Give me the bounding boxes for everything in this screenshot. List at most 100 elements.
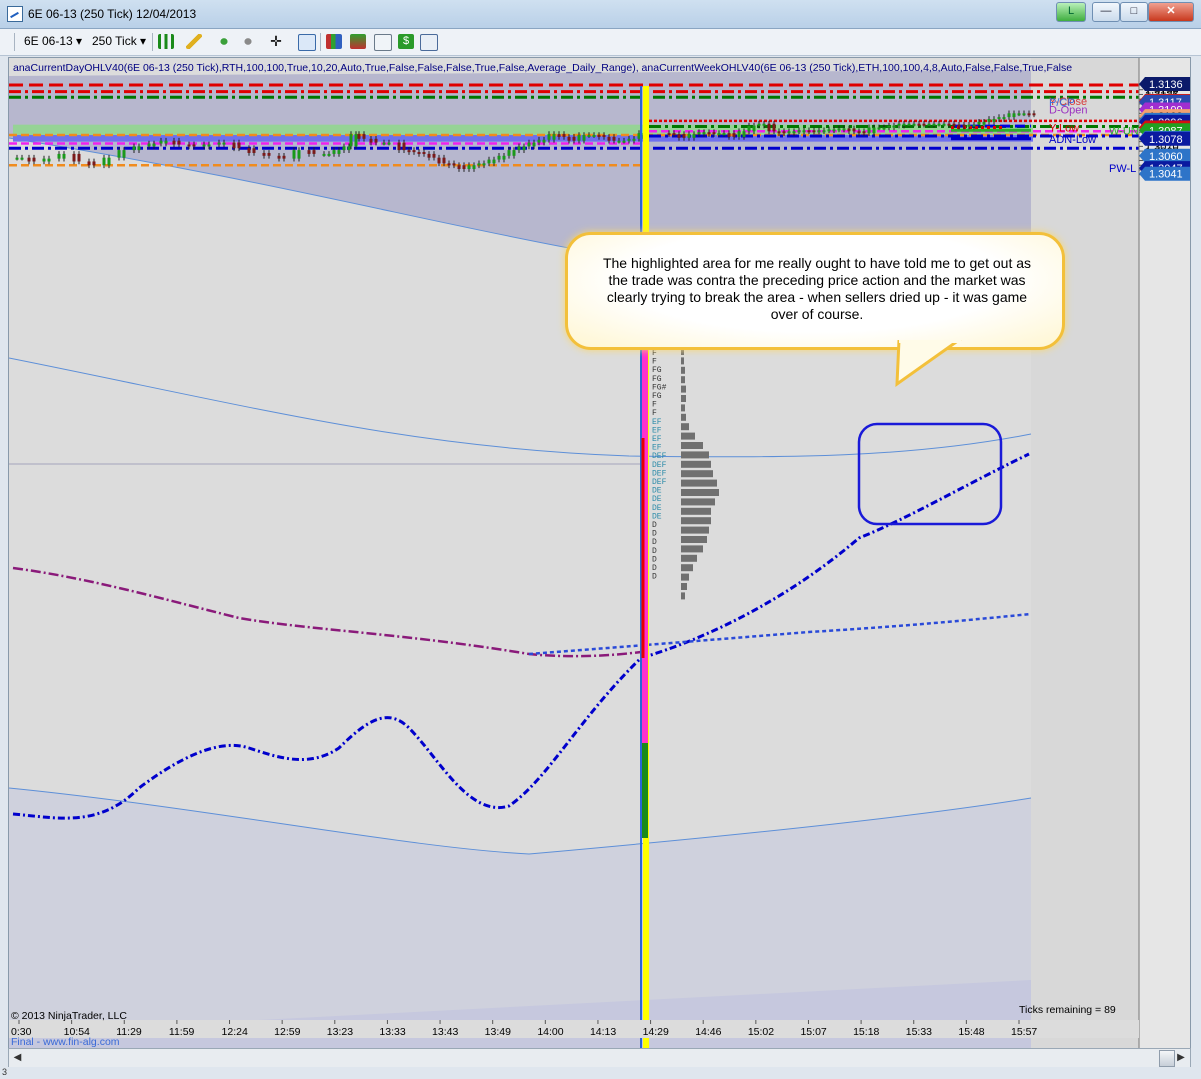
candle-body xyxy=(582,135,586,141)
chart-style-icon[interactable] xyxy=(326,34,342,49)
candle-body xyxy=(207,144,211,147)
candle-body xyxy=(187,144,191,147)
footer-link[interactable]: Final - www.fin-alg.com xyxy=(11,1036,120,1048)
scroll-thumb[interactable] xyxy=(1159,1050,1175,1067)
candle-body xyxy=(627,138,631,141)
candle-body xyxy=(507,150,511,156)
candle-body xyxy=(857,131,861,134)
candle-body xyxy=(327,153,331,156)
candle-body xyxy=(807,130,811,133)
candle-body xyxy=(252,148,256,153)
candle-body xyxy=(797,130,801,133)
candle-body xyxy=(732,133,736,137)
instrument-selector[interactable]: 6E 06-13 ▾ xyxy=(24,33,82,50)
window-titlebar: 6E 06-13 (250 Tick) 12/04/2013 L — □ ✕ xyxy=(0,0,1201,29)
properties-icon[interactable] xyxy=(374,34,392,51)
candle-body xyxy=(77,153,81,162)
dollar-icon[interactable]: $ xyxy=(398,34,414,49)
price-axis-area xyxy=(1139,58,1190,1048)
price-badge-label: 1.3041 xyxy=(1149,169,1183,181)
candle-body xyxy=(722,133,726,136)
candle-body xyxy=(872,127,876,134)
candle-body xyxy=(962,124,966,127)
crosshair-icon[interactable]: ✛ xyxy=(268,34,284,49)
level-label: D-Open xyxy=(1049,105,1088,117)
candle-body xyxy=(777,131,781,134)
candle-body xyxy=(692,134,696,138)
candle-body xyxy=(942,123,946,126)
candle-body xyxy=(687,134,691,138)
chart-panel[interactable]: F F FG FG FG# FG F F EF EF EF EF DEF DEF DEF DEF DE DE DE D… xyxy=(8,57,1191,1049)
candle-body xyxy=(1022,113,1026,116)
candle-body xyxy=(752,125,756,132)
candle-body xyxy=(682,134,686,138)
candle-body xyxy=(822,130,826,133)
candle-body xyxy=(557,134,561,137)
candle-body xyxy=(57,153,61,159)
maximize-button[interactable]: □ xyxy=(1120,2,1148,22)
bar-type-icon[interactable] xyxy=(158,34,174,49)
price-badge-label: 1.3078 xyxy=(1149,134,1183,146)
candle-body xyxy=(432,153,436,158)
profile-histogram-bar xyxy=(681,573,689,581)
candle-body xyxy=(427,153,431,158)
candle-body xyxy=(572,136,576,141)
profile-histogram-bar xyxy=(681,545,703,553)
candle-body xyxy=(1007,113,1011,118)
ticks-remaining: Ticks remaining = 89 xyxy=(1019,1004,1116,1016)
candle-body xyxy=(47,158,51,162)
candle-body xyxy=(297,150,301,159)
link-button[interactable]: L xyxy=(1056,2,1086,22)
candle-body xyxy=(877,127,881,130)
strategy-icon[interactable] xyxy=(240,34,256,49)
candle-body xyxy=(1012,113,1016,118)
candle-body xyxy=(107,157,111,166)
profile-histogram-bar xyxy=(681,526,709,534)
level-label: PW-L xyxy=(1109,163,1136,175)
chevron-down-icon: ▾ xyxy=(140,34,147,48)
status-bar: 3 xyxy=(0,1067,1201,1079)
candle-body xyxy=(132,146,136,151)
data-series-icon[interactable] xyxy=(350,34,366,49)
indicator-icon[interactable] xyxy=(216,34,232,49)
candle-body xyxy=(767,123,771,132)
candle-body xyxy=(792,131,796,134)
candle-body xyxy=(912,123,916,126)
candle-body xyxy=(817,130,821,133)
time-tick-label: 11:59 xyxy=(169,1026,195,1038)
horizontal-scrollbar[interactable]: ◀ ▶ xyxy=(8,1048,1191,1068)
candle-body xyxy=(87,161,91,166)
candle-body xyxy=(892,125,896,128)
candle-body xyxy=(757,123,761,126)
candle-body xyxy=(487,159,491,164)
candle-body xyxy=(862,131,866,134)
candle-body xyxy=(322,153,326,156)
level-label: W-UN xyxy=(1109,125,1139,137)
template-icon[interactable] xyxy=(420,34,438,51)
time-tick-label: 11:29 xyxy=(116,1026,142,1038)
candle-body xyxy=(312,150,316,154)
candle-body xyxy=(547,134,551,140)
candle-body xyxy=(697,132,701,135)
profile-histogram-bar xyxy=(681,413,686,421)
candle-body xyxy=(712,132,716,135)
scroll-right-arrow-icon[interactable]: ▶ xyxy=(1174,1050,1188,1065)
zoom-icon[interactable] xyxy=(298,34,316,51)
candle-body xyxy=(307,150,311,154)
time-tick-label: 14:13 xyxy=(590,1026,616,1038)
candle-body xyxy=(992,118,996,122)
price-chart[interactable]: FFFGFGFG#FGFFEFEFEFEFDEFDEFDEFDEFDEDEDED… xyxy=(9,58,1190,1048)
time-tick-label: 13:43 xyxy=(432,1026,458,1038)
candle-body xyxy=(812,130,816,133)
time-tick-label: 14:29 xyxy=(643,1026,669,1038)
candle-body xyxy=(452,163,456,166)
scroll-left-arrow-icon[interactable]: ◀ xyxy=(10,1050,25,1065)
candle-body xyxy=(522,146,526,151)
time-tick-label: 15:07 xyxy=(800,1026,826,1038)
interval-selector[interactable]: 250 Tick ▾ xyxy=(92,33,146,50)
candle-body xyxy=(437,157,441,164)
candle-body xyxy=(622,140,626,143)
pencil-icon[interactable] xyxy=(186,34,202,49)
close-button[interactable]: ✕ xyxy=(1148,2,1194,22)
minimize-button[interactable]: — xyxy=(1092,2,1120,22)
